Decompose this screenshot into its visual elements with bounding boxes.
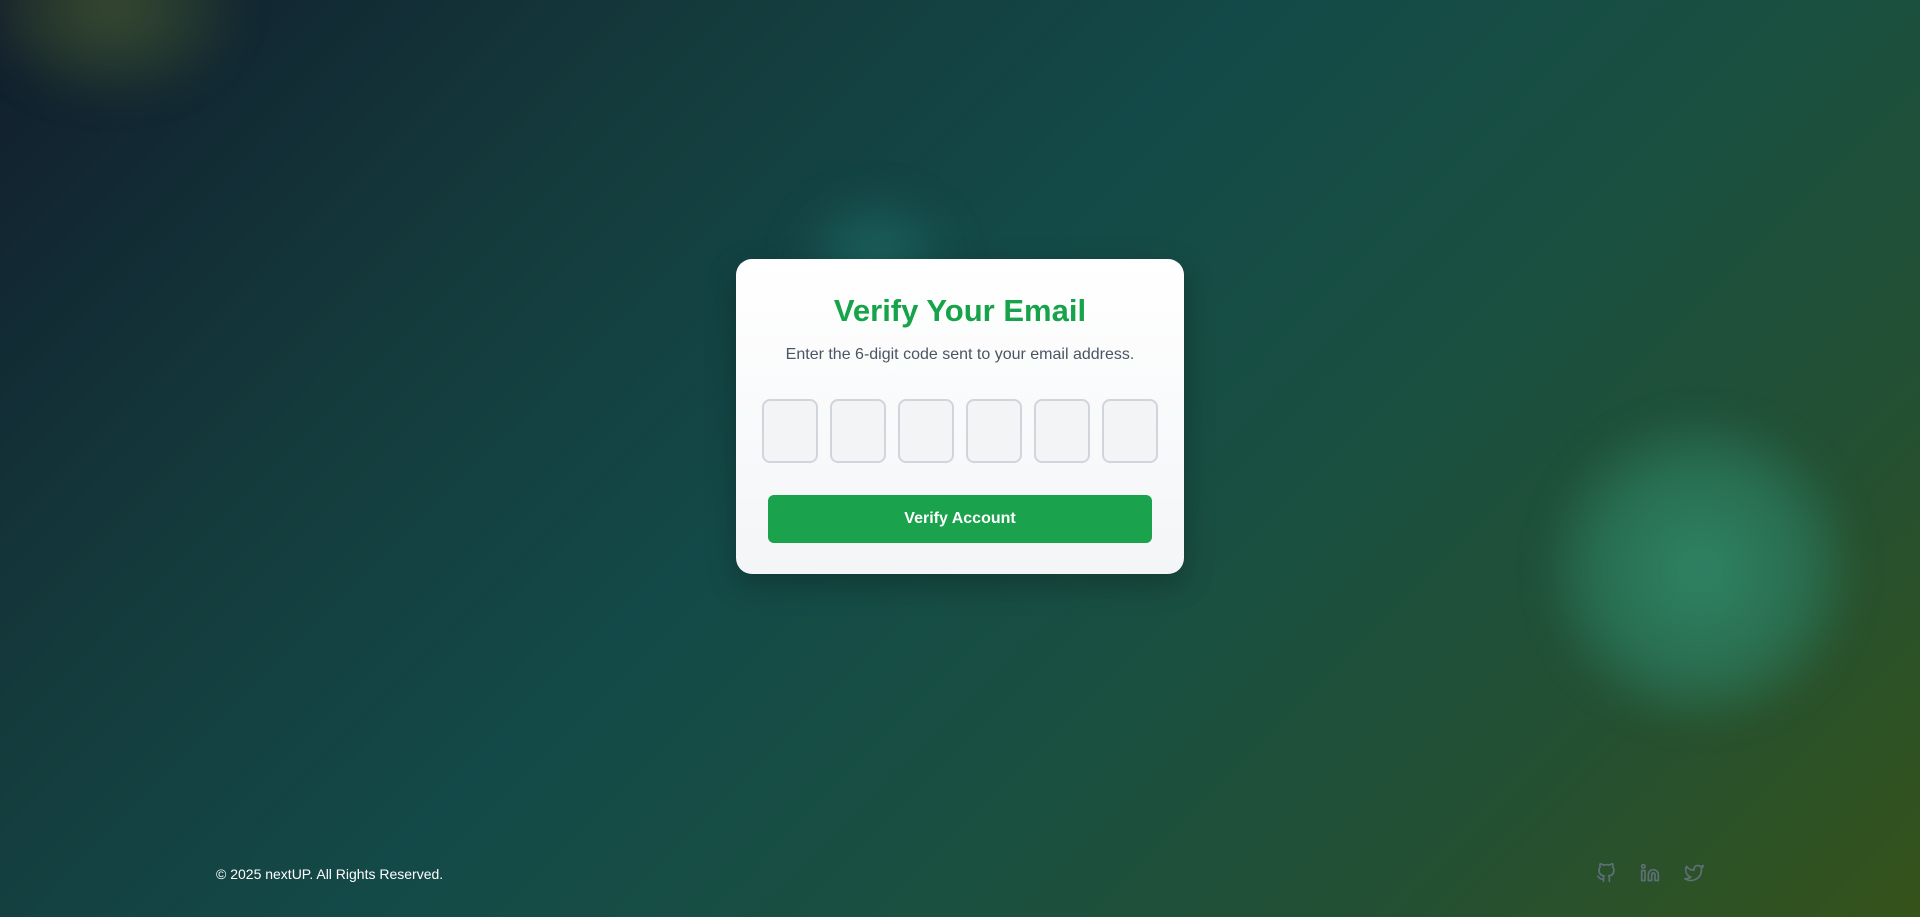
code-digit-2[interactable] <box>830 399 886 463</box>
background-blob <box>1540 410 1860 730</box>
code-digit-1[interactable] <box>762 399 818 463</box>
verify-instructions: Enter the 6-digit code sent to your emai… <box>785 346 1135 363</box>
copyright-text: © 2025 nextUP. All Rights Reserved. <box>216 866 444 882</box>
code-input-group <box>762 399 1158 463</box>
page-title: Verify Your Email <box>833 293 1087 328</box>
code-digit-6[interactable] <box>1102 399 1158 463</box>
twitter-icon[interactable] <box>1684 863 1704 883</box>
verify-card: Verify Your Email Enter the 6-digit code… <box>736 259 1184 574</box>
code-digit-5[interactable] <box>1034 399 1090 463</box>
linkedin-icon[interactable] <box>1640 863 1660 883</box>
code-digit-3[interactable] <box>898 399 954 463</box>
github-icon[interactable] <box>1596 863 1616 883</box>
background-blob <box>0 0 240 100</box>
social-links <box>1596 863 1704 883</box>
verify-account-button[interactable]: Verify Account <box>768 495 1152 543</box>
code-digit-4[interactable] <box>966 399 1022 463</box>
page: Verify Your Email Enter the 6-digit code… <box>0 0 1920 917</box>
